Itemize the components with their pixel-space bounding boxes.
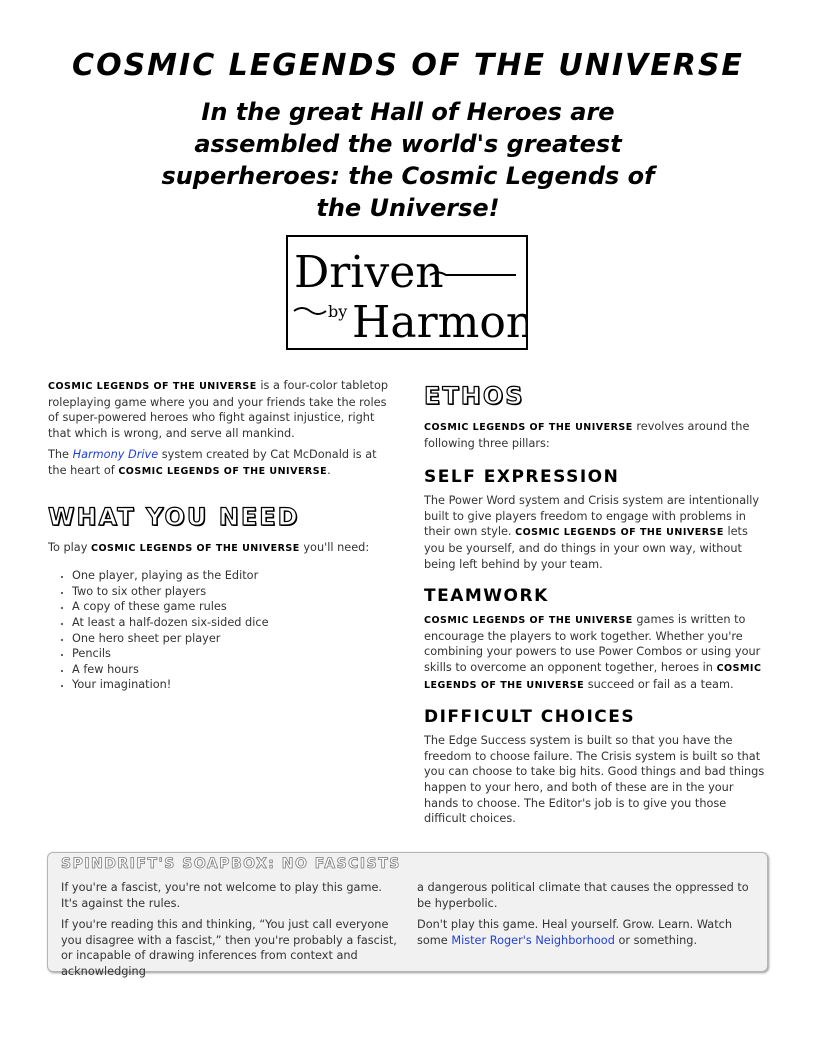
game-name: Cosmic Legends of the Universe	[118, 465, 328, 477]
list-item: At least a half-dozen six-sided dice	[72, 615, 393, 631]
logo-line2: Harmony	[352, 297, 526, 348]
game-name: Cosmic Legends of the Universe	[424, 615, 633, 627]
list-item: Two to six other players	[72, 584, 393, 600]
sidebar-left-column: If you're a fascist, you're not welcome …	[61, 880, 401, 986]
list-item: A few hours	[72, 662, 393, 678]
intro-paragraph: Cosmic Legends of the Universe is a four…	[48, 379, 389, 440]
sidebar-paragraph-2: If you're reading this and thinking, “Yo…	[61, 918, 397, 978]
game-name: Cosmic Legends of the Universe	[515, 527, 724, 539]
difficult-choices-heading: Difficult Choices	[424, 707, 636, 728]
sidebar-paragraph-1: If you're a fascist, you're not welcome …	[61, 881, 383, 910]
driven-by-harmony-logo: Driven by Harmony	[286, 235, 528, 350]
sidebar-paragraph-4: Don't play this game. Heal yourself. Gro…	[417, 918, 733, 947]
list-item: One hero sheet per player	[72, 631, 393, 647]
page-subtitle: In the great Hall of Heroes are assemble…	[161, 98, 655, 222]
right-column: Ethos Cosmic Legends of the Universe rev…	[423, 378, 769, 833]
sidebar-title: Spindrift's Soapbox: No Fascists	[61, 856, 401, 872]
ethos-heading: Ethos	[423, 381, 525, 410]
list-item: Your imagination!	[72, 677, 393, 693]
what-you-need-heading: What You Need	[47, 502, 300, 531]
game-name: Cosmic Legends of the Universe	[48, 381, 257, 392]
list-item: Pencils	[72, 646, 393, 662]
list-item: One player, playing as the Editor	[72, 568, 393, 584]
mister-rogers-link[interactable]: Mister Roger's Neighborhood	[451, 934, 615, 947]
soapbox-sidebar: Spindrift's Soapbox: No Fascists If you'…	[47, 852, 768, 978]
difficult-choices-text: The Edge Success system is built so that…	[424, 734, 765, 826]
self-expression-text: The Power Word system and Crisis system …	[424, 494, 760, 571]
list-item: A copy of these game rules	[72, 599, 393, 615]
need-list: One player, playing as the Editor Two to…	[48, 568, 393, 693]
teamwork-text: Cosmic Legends of the Universe games is …	[424, 613, 762, 691]
teamwork-heading: Teamwork	[424, 586, 549, 607]
ethos-lead: Cosmic Legends of the Universe revolves …	[424, 420, 750, 450]
page-title: Cosmic Legends of the Universe	[72, 48, 744, 83]
sidebar-right-column: a dangerous political climate that cause…	[417, 880, 757, 954]
logo-by: by	[328, 302, 347, 321]
game-name: Cosmic Legends of the Universe	[91, 542, 300, 554]
need-lead: To play Cosmic Legends of the Universe y…	[48, 540, 370, 554]
self-expression-heading: Self Expression	[424, 467, 620, 488]
harmony-drive-link[interactable]: Harmony Drive	[73, 448, 159, 461]
sidebar-paragraph-3: a dangerous political climate that cause…	[417, 881, 749, 910]
intro-paragraph-2: The Harmony Drive system created by Cat …	[48, 448, 377, 477]
logo-line1: Driven	[294, 247, 444, 298]
game-name: Cosmic Legends of the Universe	[424, 422, 633, 433]
left-column: Cosmic Legends of the Universe is a four…	[47, 378, 393, 693]
